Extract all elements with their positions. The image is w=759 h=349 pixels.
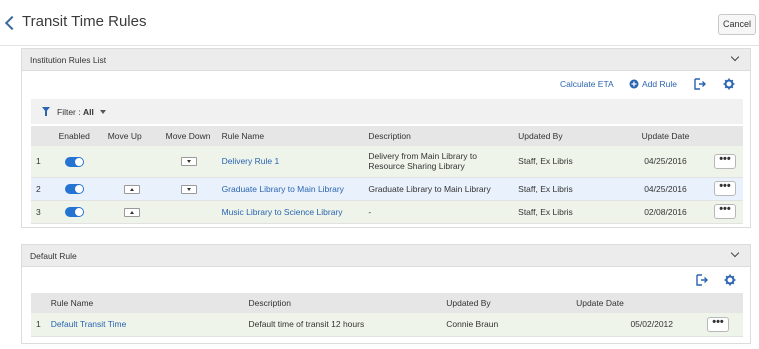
table-header-row: Rule Name Description Updated By Update … (31, 293, 743, 313)
collapse-chevron-icon[interactable] (731, 55, 739, 63)
column-header-update-date[interactable]: Update Date (571, 293, 693, 313)
enabled-toggle[interactable] (64, 183, 84, 194)
column-header-enabled[interactable]: Enabled (45, 126, 103, 146)
row-number: 1 (31, 313, 46, 337)
move-up-button[interactable] (123, 184, 140, 194)
table-header-row: Enabled Move Up Move Down Rule Name Desc… (31, 126, 743, 146)
column-header-rule-name[interactable]: Rule Name (45, 293, 244, 313)
updated-by: Staff, Ex Libris (513, 146, 625, 178)
row-number: 3 (31, 200, 46, 224)
back-chevron-icon[interactable] (3, 15, 17, 31)
rule-name-link[interactable]: Graduate Library to Main Library (216, 177, 364, 201)
export-icon[interactable] (695, 273, 709, 287)
default-rule-table: Rule Name Description Updated By Update … (31, 293, 743, 337)
filter-dropdown-caret-icon[interactable] (100, 110, 106, 114)
row-number: 1 (31, 146, 46, 178)
filter-icon (42, 107, 50, 116)
panel-title: Institution Rules List (30, 55, 107, 65)
row-number: 2 (31, 177, 46, 201)
enabled-toggle[interactable] (64, 156, 84, 167)
move-down-button[interactable] (180, 184, 197, 194)
cancel-button[interactable]: Cancel (718, 14, 756, 35)
table-row[interactable]: 1 Delivery Rule 1 Delivery from Main Lib… (31, 146, 743, 178)
enabled-toggle[interactable] (64, 206, 84, 217)
institution-rules-table: Enabled Move Up Move Down Rule Name Desc… (31, 126, 743, 224)
update-date: 04/25/2016 (624, 177, 707, 201)
calculate-eta-link[interactable]: Calculate ETA (560, 79, 614, 89)
top-bar: Transit Time Rules Cancel (0, 0, 759, 46)
plus-circle-icon[interactable] (628, 77, 642, 91)
rule-name-link[interactable]: Default Transit Time (45, 313, 244, 337)
rule-description: - (363, 200, 514, 224)
column-header-update-date[interactable]: Update Date (624, 126, 707, 146)
table-row[interactable]: 2 Graduate Library to Main Library Gradu… (31, 177, 743, 201)
filter-label[interactable]: Filter : All (57, 107, 94, 117)
add-rule-link[interactable]: Add Rule (642, 79, 677, 89)
updated-by: Staff, Ex Libris (513, 200, 625, 224)
updated-by: Staff, Ex Libris (513, 177, 625, 201)
row-actions-button[interactable]: ••• (707, 316, 729, 332)
column-header-updated-by[interactable]: Updated By (513, 126, 625, 146)
table-row[interactable]: 1 Default Transit Time Default time of t… (31, 313, 743, 337)
rule-name-link[interactable]: Delivery Rule 1 (216, 146, 364, 178)
default-rule-panel: Default Rule Rule Name Description Updat… (21, 244, 751, 344)
update-date: 04/25/2016 (624, 146, 707, 178)
update-date: 02/08/2016 (624, 200, 707, 224)
gear-icon[interactable] (723, 273, 737, 287)
updated-by: Connie Braun (441, 313, 572, 337)
institution-rules-panel: Institution Rules List Calculate ETA Add… (21, 48, 751, 228)
rule-description: Graduate Library to Main Library (363, 177, 514, 201)
filter-bar: Filter : All (31, 99, 743, 124)
move-up-button[interactable] (123, 207, 140, 217)
institution-rules-header[interactable]: Institution Rules List (22, 49, 750, 71)
row-actions-button[interactable]: ••• (713, 181, 736, 196)
gear-icon[interactable] (722, 77, 736, 91)
default-rule-header[interactable]: Default Rule (22, 245, 750, 267)
column-header-rule-name[interactable]: Rule Name (216, 126, 364, 146)
rule-description: Delivery from Main Library to Resource S… (363, 146, 514, 178)
export-icon[interactable] (693, 77, 707, 91)
page-title: Transit Time Rules (22, 13, 147, 30)
move-down-button[interactable] (180, 157, 197, 167)
column-header-move-up[interactable]: Move Up (102, 126, 161, 146)
column-header-updated-by[interactable]: Updated By (441, 293, 572, 313)
column-header-description[interactable]: Description (363, 126, 514, 146)
table-row[interactable]: 3 Music Library to Science Library - Sta… (31, 200, 743, 224)
row-actions-button[interactable]: ••• (713, 204, 736, 219)
column-header-description[interactable]: Description (243, 293, 442, 313)
panel-title: Default Rule (30, 251, 77, 261)
rule-name-link[interactable]: Music Library to Science Library (216, 200, 364, 224)
rule-description: Default time of transit 12 hours (243, 313, 442, 337)
filter-value: All (83, 107, 94, 117)
column-header-move-down[interactable]: Move Down (160, 126, 217, 146)
row-actions-button[interactable]: ••• (713, 153, 736, 169)
collapse-chevron-icon[interactable] (731, 251, 739, 259)
update-date: 05/02/2012 (571, 313, 693, 337)
